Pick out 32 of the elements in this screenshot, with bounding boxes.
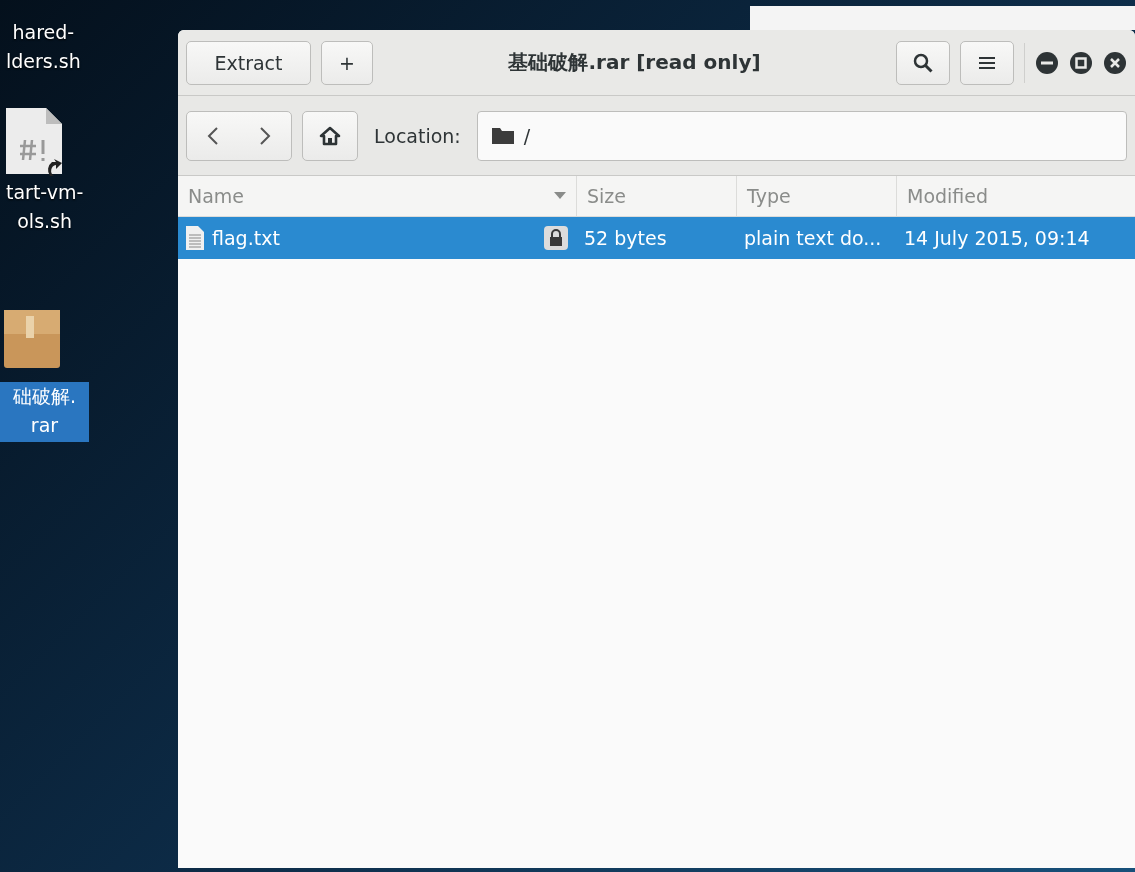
search-button[interactable]: [896, 40, 950, 85]
menu-button[interactable]: [960, 40, 1014, 85]
home-icon: [319, 125, 341, 146]
file-label: hared- lders.sh: [5, 20, 82, 74]
close-icon[interactable]: [1103, 50, 1127, 75]
location-label: Location:: [374, 124, 461, 147]
minimize-icon[interactable]: [1035, 50, 1059, 75]
forward-icon: [259, 125, 271, 146]
location-field[interactable]: /: [476, 110, 1127, 161]
column-header[interactable]: Size: [576, 176, 736, 216]
extract-button[interactable]: Extract: [186, 40, 311, 85]
file-label: 础破解. rar: [0, 382, 89, 442]
column-header[interactable]: Type: [736, 176, 896, 216]
file-name: flag.txt: [212, 227, 280, 249]
folder-icon: [491, 127, 514, 144]
file-row[interactable]: flag.txt 52 bytes plain text do... 14 July 2015, 09:14: [178, 217, 1135, 259]
home-button[interactable]: [302, 110, 358, 161]
column-header[interactable]: Name: [178, 176, 576, 216]
back-icon: [207, 125, 219, 146]
location-path: /: [523, 124, 531, 147]
archive-icon: [4, 310, 60, 370]
search-icon: [913, 52, 933, 73]
file-type: plain text do...: [744, 227, 882, 249]
text-file-icon: [186, 226, 204, 250]
menu-icon: [979, 55, 995, 70]
file-label: tart-vm- ols.sh: [5, 180, 85, 234]
add-button[interactable]: +: [321, 40, 373, 85]
maximize-icon[interactable]: [1069, 50, 1093, 75]
file-modified: 14 July 2015, 09:14: [904, 227, 1090, 249]
column-header[interactable]: Modified: [896, 176, 1135, 216]
file-size: 52 bytes: [584, 227, 667, 249]
window-title: 基础破解.rar [read only]: [507, 49, 762, 76]
